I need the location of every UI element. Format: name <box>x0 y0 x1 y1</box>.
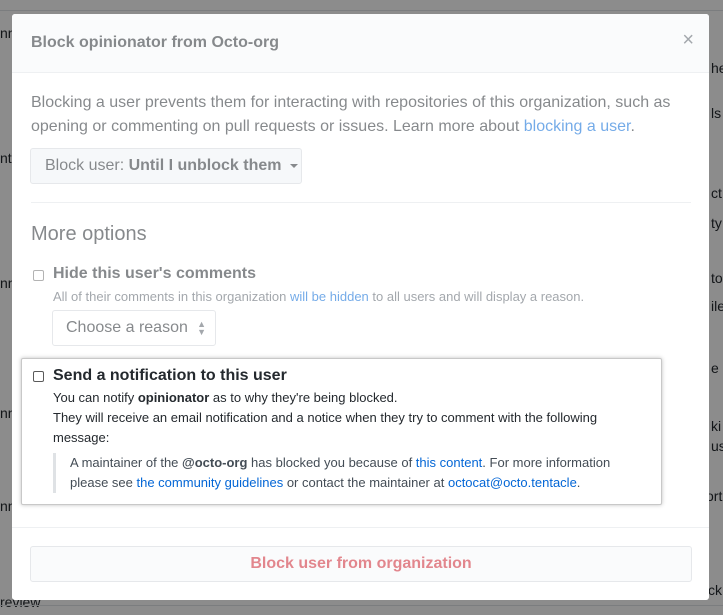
send-notification-label[interactable]: Send a notification to this user <box>53 367 287 385</box>
dialog-header: Block opinionator from Octo-org × <box>12 14 709 73</box>
block-user-button[interactable]: Block user from organization <box>30 546 692 582</box>
notify-line1-start: You can notify <box>53 390 138 405</box>
send-notification-checkbox[interactable] <box>33 371 44 382</box>
section-divider <box>31 202 691 203</box>
send-notification-option: Send a notification to this user You can… <box>21 358 662 505</box>
reason-select-value: Choose a reason <box>66 319 188 336</box>
hide-comments-label[interactable]: Hide this user's comments <box>53 265 256 283</box>
blocking-a-user-link[interactable]: blocking a user <box>524 118 631 135</box>
quote-mid: has blocked you because of <box>247 455 416 470</box>
block-user-dialog: Block opinionator from Octo-org × Blocki… <box>12 14 709 600</box>
will-be-hidden-link[interactable]: will be hidden <box>290 289 369 304</box>
hide-note-start: All of their comments in this organizati… <box>53 289 290 304</box>
more-options-heading: More options <box>31 223 147 245</box>
close-icon[interactable]: × <box>682 30 694 50</box>
reason-select[interactable]: Choose a reason ▲ ▼ <box>52 310 216 346</box>
footer-divider <box>12 527 709 528</box>
notification-line-2: They will receive an email notification … <box>53 410 598 425</box>
notification-line-1: You can notify opinionator as to why the… <box>53 390 398 405</box>
quote-org: @octo-org <box>182 455 248 470</box>
block-duration-select[interactable]: Block user: Until I unblock them <box>30 148 302 184</box>
community-guidelines-link[interactable]: the community guidelines <box>137 475 284 490</box>
quote-end: . <box>576 475 581 490</box>
this-content-link[interactable]: this content <box>416 455 483 470</box>
caret-down-icon <box>289 163 298 168</box>
dialog-title: Block opinionator from Octo-org <box>31 34 279 51</box>
hide-comments-checkbox[interactable] <box>33 270 44 281</box>
select-arrows-icon: ▲ ▼ <box>197 319 206 337</box>
intro-end: . <box>630 118 635 135</box>
notification-message-quote: A maintainer of the @octo-org has blocke… <box>53 453 649 493</box>
notify-username: opinionator <box>137 390 210 405</box>
notification-line-3: message: <box>53 430 110 445</box>
block-select-prefix: Block user: <box>45 157 125 174</box>
hide-note-end: to all users and will display a reason. <box>368 289 585 304</box>
hide-comments-note: All of their comments in this organizati… <box>53 289 584 304</box>
notify-line1-end: as to why they're being blocked. <box>209 390 398 405</box>
quote-mid3: or contact the maintainer at <box>283 475 448 490</box>
intro-text: Blocking a user prevents them for intera… <box>31 91 691 139</box>
quote-start: A maintainer of the <box>70 455 183 470</box>
block-select-value: Until I unblock them <box>128 157 282 174</box>
maintainer-email-link[interactable]: octocat@octo.tentacle <box>448 475 577 490</box>
